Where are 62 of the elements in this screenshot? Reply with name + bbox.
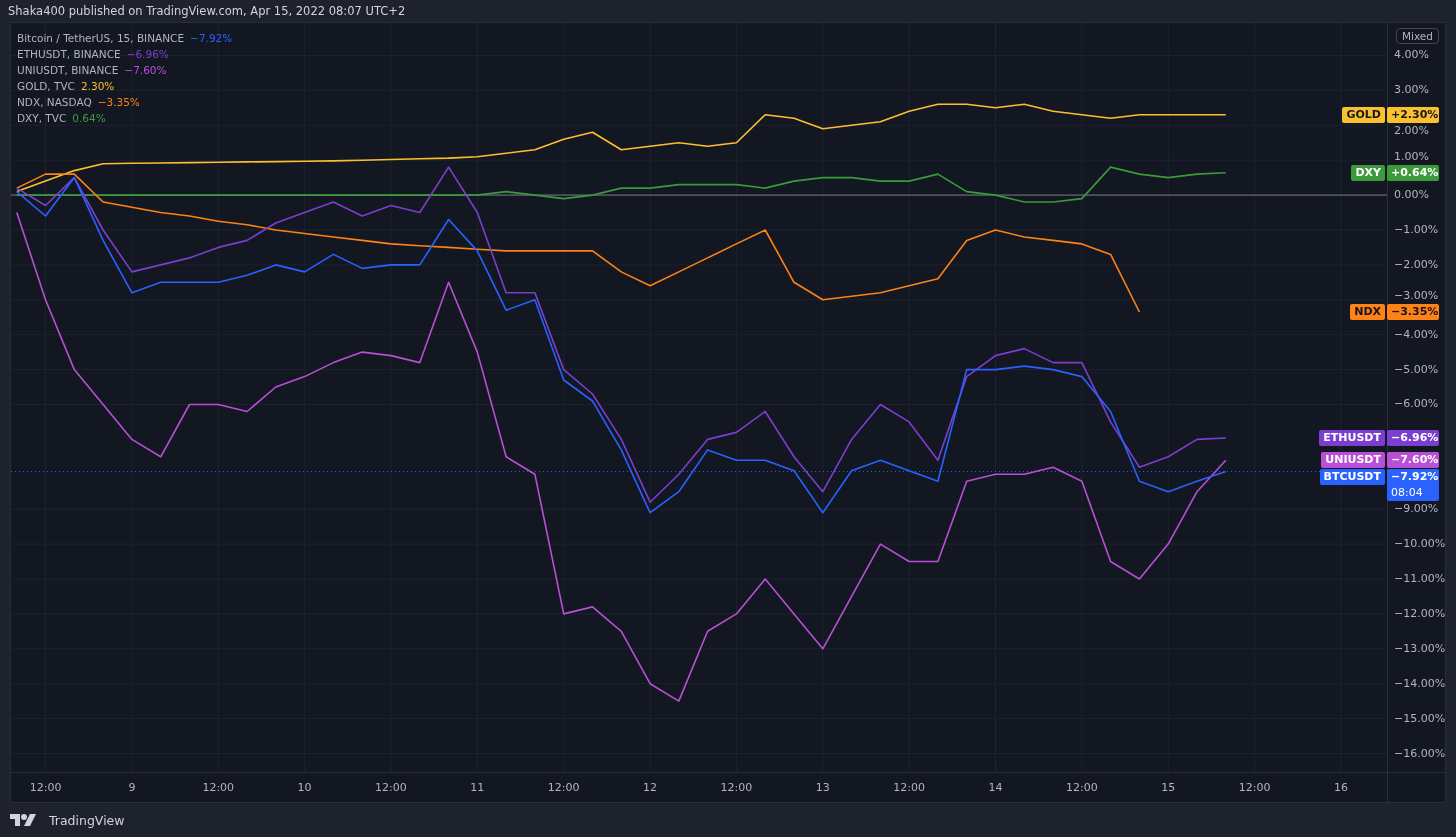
axis-label: −9.00% (1394, 502, 1439, 517)
value-tag: −3.35% (1387, 304, 1439, 320)
symbol-tag: DXY (1351, 164, 1385, 181)
symbol-tag: BTCUSDT (1319, 469, 1385, 486)
axis-label: 2.00% (1394, 123, 1429, 138)
symbol-tag: UNIUSDT (1321, 452, 1385, 469)
value-tag: +0.64% (1387, 164, 1439, 181)
brand-name: TradingView (49, 812, 125, 828)
symbol-name: Bitcoin / TetherUS, 15, BINANCE (17, 31, 185, 46)
publish-info: Shaka400 published on TradingView.com, Apr 15, 2022 08:07 UTC+2 (7, 3, 407, 20)
symbol-name: GOLD, TVC (17, 79, 75, 94)
symbol-name: ETHUSDT, BINANCE (17, 47, 121, 62)
axis-label: 12:00 (202, 781, 235, 795)
axis-label: 0.00% (1394, 188, 1429, 203)
axis-label: 11 (470, 781, 485, 795)
symbol-name: UNIUSDT, BINANCE (17, 63, 119, 78)
axis-label: 13 (815, 781, 830, 795)
axis-label: −16.00% (1394, 746, 1446, 761)
axis-label: −14.00% (1394, 676, 1446, 691)
axis-label: 12 (643, 781, 658, 795)
axis-label: 12:00 (893, 781, 925, 795)
percent-change: −3.35% (97, 95, 140, 110)
axis-label: 4.00% (1394, 48, 1429, 63)
axis-label: −11.00% (1394, 572, 1446, 586)
symbol-tag: GOLD (1342, 106, 1385, 123)
axis-label: 14 (988, 781, 1003, 795)
axis-label: 9 (128, 781, 136, 795)
symbol-tag: ETHUSDT (1319, 430, 1385, 446)
percent-change: 2.30% (80, 79, 115, 94)
percent-change: −7.60% (124, 63, 167, 78)
symbol-name: NDX, NASDAQ (17, 95, 92, 110)
axis-label: 16 (1333, 781, 1348, 795)
axis-label: 12:00 (720, 781, 753, 795)
value-tag: −7.92% 08:04 (1387, 469, 1439, 502)
symbol-name: DXY, TVC (17, 111, 67, 126)
axis-label: 12:00 (1066, 781, 1098, 795)
axis-label: 12:00 (375, 781, 407, 795)
axis-label: −10.00% (1394, 537, 1446, 552)
axis-label: 10 (297, 781, 312, 795)
axis-label: −4.00% (1394, 327, 1439, 342)
axis-label: −12.00% (1394, 606, 1446, 621)
axis-label: −2.00% (1394, 257, 1439, 272)
percent-change: −7.92% (190, 31, 233, 46)
axis-label: 12:00 (547, 781, 580, 795)
axis-label: 3.00% (1394, 83, 1429, 98)
axis-label: 15 (1161, 781, 1176, 795)
axis-label: −5.00% (1394, 362, 1439, 377)
value-tag: −7.60% (1387, 452, 1439, 469)
axis-label: −15.00% (1394, 711, 1446, 726)
axis-label: −6.00% (1394, 397, 1439, 412)
axis-label: −13.00% (1394, 641, 1446, 656)
axis-label: 12:00 (29, 781, 62, 795)
percent-change: −6.96% (126, 47, 169, 62)
symbol-tag: NDX (1350, 304, 1385, 320)
axis-label: −1.00% (1394, 222, 1439, 237)
axis-label: 12:00 (1238, 781, 1271, 795)
value-tag: −6.96% (1387, 430, 1439, 446)
axis-label: −3.00% (1394, 289, 1439, 303)
scale-mode-button[interactable]: Mixed (1396, 28, 1439, 44)
percent-change: 0.64% (72, 111, 106, 126)
value-tag: +2.30% (1387, 106, 1439, 123)
axis-label: 1.00% (1394, 149, 1429, 164)
